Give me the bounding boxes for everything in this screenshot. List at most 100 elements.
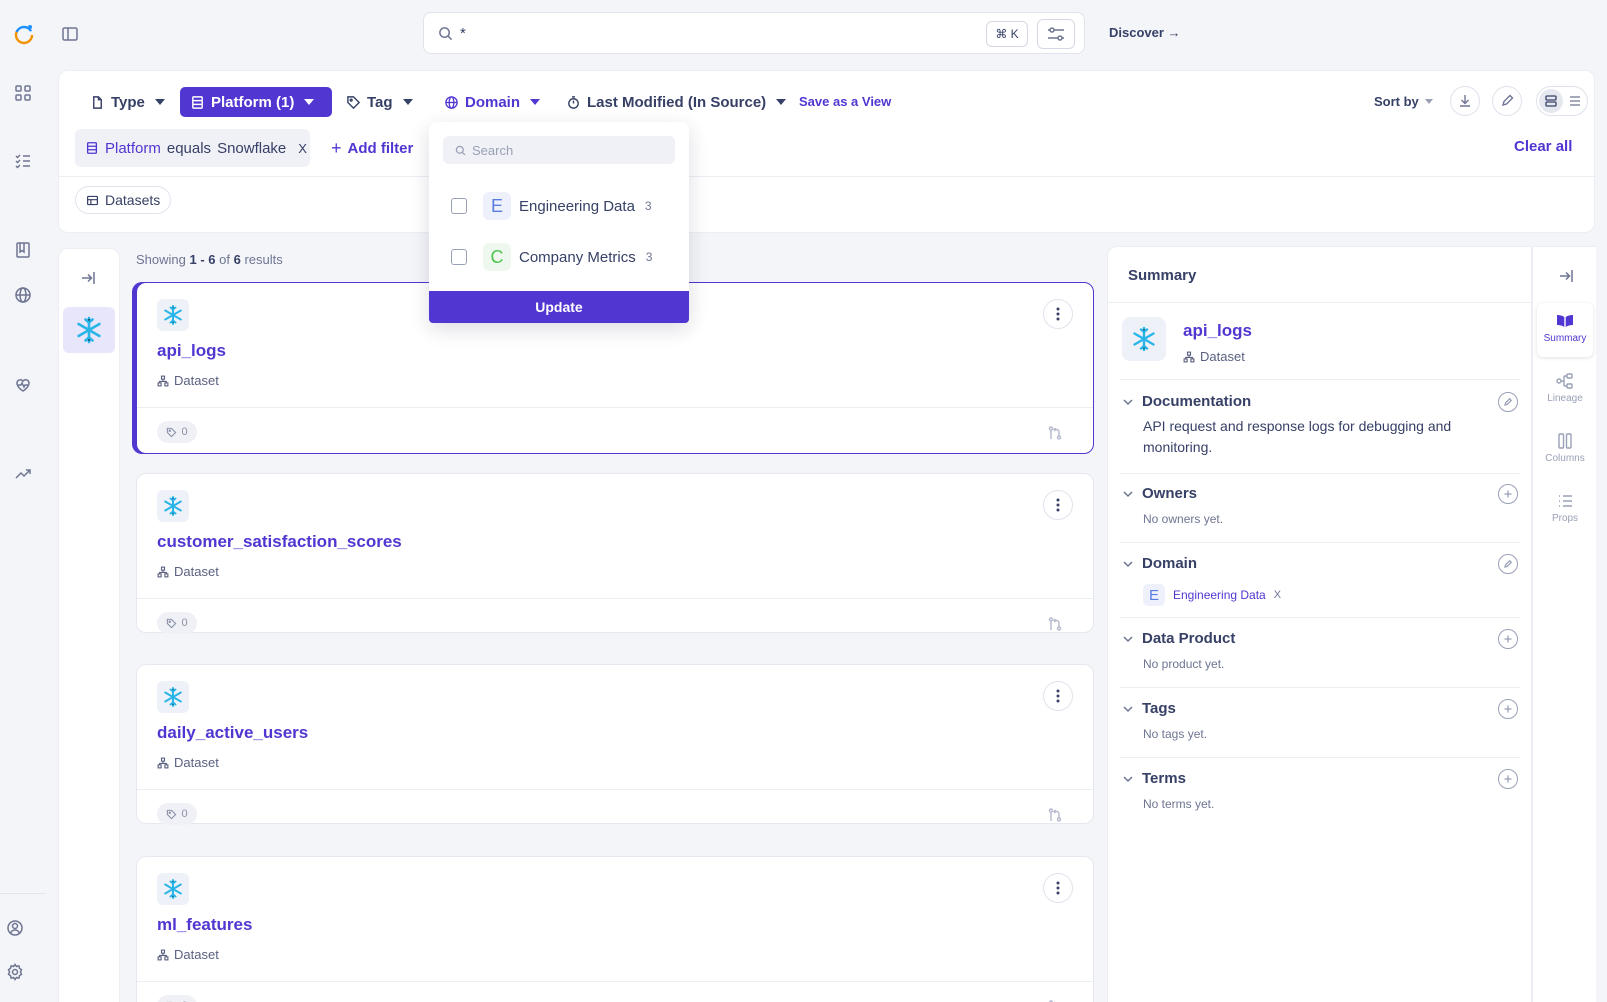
tab-summary[interactable]: Summary <box>1537 303 1593 357</box>
view-mode-toggle[interactable] <box>1536 86 1588 116</box>
add-filter-button[interactable]: + Add filter <box>331 138 413 159</box>
domain-chip-label[interactable]: Engineering Data <box>1173 588 1266 602</box>
documentation-section-toggle[interactable]: Documentation <box>1122 393 1251 410</box>
domain-letter-icon: E <box>483 192 511 220</box>
result-title-link[interactable]: customer_satisfaction_scores <box>157 532 402 552</box>
snowflake-icon <box>77 316 101 344</box>
remove-filter-button[interactable]: X <box>298 141 307 156</box>
add-owner-button[interactable] <box>1498 484 1518 504</box>
more-options-icon[interactable] <box>1043 299 1073 329</box>
entity-name-link[interactable]: api_logs <box>1183 321 1252 341</box>
add-tag-button[interactable] <box>1498 699 1518 719</box>
expand-sidebar-icon[interactable] <box>79 269 97 287</box>
type-filter-button[interactable]: Type <box>80 87 175 117</box>
platform-icon <box>86 142 98 154</box>
result-title-link[interactable]: ml_features <box>157 915 252 935</box>
left-nav-rail <box>0 0 46 1002</box>
home-grid-icon[interactable] <box>13 83 33 103</box>
collapse-panel-icon[interactable] <box>1557 267 1575 285</box>
dataset-icon <box>157 566 169 578</box>
tag-filter-button[interactable]: Tag <box>336 87 423 117</box>
result-card[interactable]: customer_satisfaction_scores Dataset 0 <box>136 473 1094 634</box>
active-filter-chip[interactable]: Platform equals Snowflake X <box>75 129 310 167</box>
terms-section-toggle[interactable]: Terms <box>1122 770 1186 787</box>
clear-all-button[interactable]: Clear all <box>1514 138 1572 155</box>
result-card[interactable]: daily_active_users Dataset 0 <box>136 664 1094 825</box>
card-view-icon[interactable] <box>1539 89 1563 113</box>
health-heart-icon[interactable] <box>13 375 33 395</box>
search-input[interactable]: * <box>460 25 466 42</box>
browse-sidebar <box>58 248 120 1002</box>
dataset-icon <box>1183 351 1195 362</box>
filter-field: Platform <box>105 139 161 157</box>
tag-icon <box>166 427 177 438</box>
snowflake-platform-filter[interactable] <box>63 307 115 353</box>
discover-link[interactable]: Discover → <box>1109 25 1181 40</box>
sidebar-toggle-icon[interactable] <box>60 24 80 44</box>
search-filters-button[interactable] <box>1037 19 1075 49</box>
edit-domain-button[interactable] <box>1498 554 1518 574</box>
lineage-icon[interactable] <box>1047 807 1063 823</box>
list-view-icon[interactable] <box>1563 89 1587 113</box>
domain-filter-button[interactable]: Domain <box>434 87 550 117</box>
lineage-icon[interactable] <box>1047 425 1063 441</box>
tab-props[interactable]: Props <box>1537 483 1593 537</box>
remove-domain-button[interactable]: X <box>1274 589 1281 601</box>
result-type: Dataset <box>157 947 219 962</box>
plus-icon <box>1504 490 1512 498</box>
results-count: Showing 1 - 6 of 6 results <box>136 252 283 267</box>
tab-columns[interactable]: Columns <box>1537 423 1593 477</box>
last-modified-filter-button[interactable]: Last Modified (In Source) <box>556 87 796 117</box>
tag-count-badge[interactable]: 0 <box>157 612 197 634</box>
more-options-icon[interactable] <box>1043 490 1073 520</box>
global-search-bar[interactable]: * ⌘ K <box>423 12 1085 54</box>
tag-count-badge[interactable]: 0 <box>157 995 197 1002</box>
tasks-list-icon[interactable] <box>13 151 33 171</box>
tag-count-badge[interactable]: 0 <box>157 421 197 443</box>
more-options-icon[interactable] <box>1043 681 1073 711</box>
glossary-book-icon[interactable] <box>13 240 33 260</box>
edit-button[interactable] <box>1492 86 1522 116</box>
result-title-link[interactable]: api_logs <box>157 341 226 361</box>
domain-section-toggle[interactable]: Domain <box>1122 555 1197 572</box>
settings-gear-icon[interactable] <box>5 962 25 982</box>
result-type-label: Dataset <box>174 947 219 962</box>
owners-section-toggle[interactable]: Owners <box>1122 485 1197 502</box>
domain-chip[interactable]: E Engineering Data X <box>1143 584 1281 606</box>
result-card[interactable]: ml_features Dataset 0 <box>136 856 1094 1002</box>
domain-option-company-metrics[interactable]: C Company Metrics 3 <box>451 243 652 271</box>
edit-documentation-button[interactable] <box>1498 392 1518 412</box>
result-title-link[interactable]: daily_active_users <box>157 723 308 743</box>
domains-globe-icon[interactable] <box>13 285 33 305</box>
download-button[interactable] <box>1450 86 1480 116</box>
domain-filter-label: Domain <box>465 93 521 111</box>
entity-type: Dataset <box>1183 349 1245 364</box>
add-term-button[interactable] <box>1498 769 1518 789</box>
add-data-product-button[interactable] <box>1498 629 1518 649</box>
sort-by-button[interactable]: Sort by <box>1374 94 1433 109</box>
app-logo-icon[interactable] <box>12 22 36 46</box>
download-icon <box>1460 95 1470 107</box>
domain-option-engineering[interactable]: E Engineering Data 3 <box>451 192 652 220</box>
domain-option-checkbox[interactable] <box>451 249 467 265</box>
tab-lineage[interactable]: Lineage <box>1537 363 1593 417</box>
analytics-trend-icon[interactable] <box>13 463 33 483</box>
save-as-view-button[interactable]: Save as a View <box>799 94 891 109</box>
domain-search-input[interactable]: Search <box>443 136 675 164</box>
chevron-down-icon <box>1123 775 1133 782</box>
domain-option-label: Company Metrics <box>519 248 636 266</box>
update-button[interactable]: Update <box>429 291 689 323</box>
tag-count-badge[interactable]: 0 <box>157 803 197 825</box>
data-product-empty: No product yet. <box>1143 657 1225 671</box>
platform-filter-button[interactable]: Platform (1) <box>180 87 332 117</box>
add-filter-label: Add filter <box>347 140 414 157</box>
plus-icon: + <box>331 138 342 158</box>
data-product-section-toggle[interactable]: Data Product <box>1122 630 1235 647</box>
lineage-icon[interactable] <box>1047 616 1063 632</box>
type-filter-label: Type <box>111 93 145 111</box>
profile-user-icon[interactable] <box>5 918 25 938</box>
domain-option-checkbox[interactable] <box>451 198 467 214</box>
more-options-icon[interactable] <box>1043 873 1073 903</box>
entity-type-chip[interactable]: Datasets <box>75 186 172 214</box>
tags-section-toggle[interactable]: Tags <box>1122 700 1176 717</box>
